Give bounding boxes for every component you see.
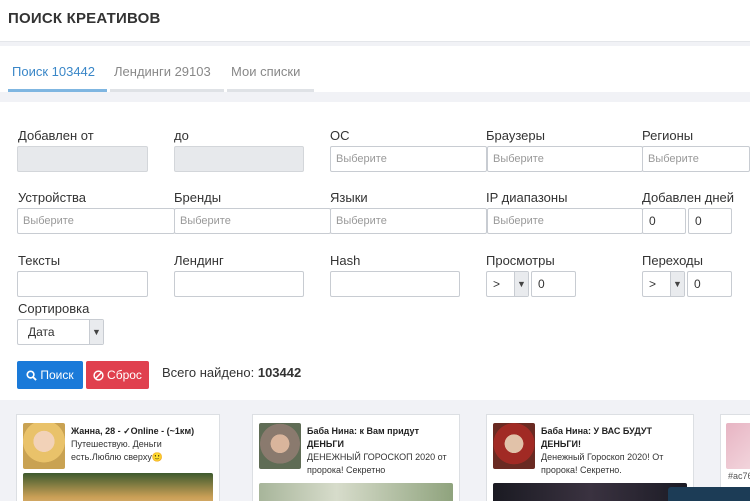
- added-from-input[interactable]: [17, 146, 148, 172]
- chevron-down-icon: ▼: [89, 320, 103, 344]
- card-image: [259, 483, 453, 501]
- search-icon: [26, 369, 38, 381]
- search-button-label: Поиск: [40, 368, 74, 382]
- tab-search[interactable]: Поиск 103442: [8, 61, 107, 92]
- views-operator-select[interactable]: > ▼: [486, 271, 529, 297]
- added-to-label: до: [174, 128, 189, 143]
- clicks-operator-value: >: [649, 277, 657, 291]
- chevron-down-icon: ▼: [670, 272, 684, 296]
- creative-card[interactable]: Баба Нина: У ВАС БУДУТ ДЕНЬГИ! Денежный …: [486, 414, 694, 501]
- card-image: [23, 473, 213, 501]
- ip-ranges-select[interactable]: Выберите: [487, 208, 643, 234]
- views-operator-value: >: [493, 277, 501, 291]
- card-title: Баба Нина: к Вам придут ДЕНЬГИ: [307, 426, 419, 449]
- reset-button-label: Сброс: [107, 368, 142, 382]
- devices-label: Устройства: [18, 190, 87, 205]
- card-text: ДЕНЕЖНЫЙ ГОРОСКОП 2020 от: [307, 452, 447, 462]
- languages-label: Языки: [330, 190, 368, 205]
- tab-landings[interactable]: Лендинги 29103: [110, 61, 224, 92]
- results-grid: Жанна, 28 - ✓Online - (~1км) Путешествую…: [0, 400, 750, 501]
- creative-card[interactable]: Баба Нина: к Вам придут ДЕНЬГИ ДЕНЕЖНЫЙ …: [252, 414, 460, 501]
- tab-my-lists-label: Мои списки: [231, 64, 301, 79]
- os-label: ОС: [330, 128, 350, 143]
- search-button[interactable]: Поиск: [17, 361, 83, 389]
- browsers-label: Браузеры: [486, 128, 545, 143]
- texts-input[interactable]: [17, 271, 148, 297]
- reset-icon: [93, 369, 104, 381]
- brands-select[interactable]: Выберите: [174, 208, 331, 234]
- total-found: Всего найдено: 103442: [162, 365, 301, 380]
- top-header: ПОИСК КРЕАТИВОВ: [0, 0, 750, 42]
- card-text: пророка! Секретно: [307, 465, 386, 475]
- added-days-from-input[interactable]: 0: [642, 208, 686, 234]
- tab-search-label: Поиск 103442: [12, 64, 96, 79]
- hash-input[interactable]: [330, 271, 460, 297]
- card-text: есть.Люблю сверху🙂: [71, 452, 164, 462]
- card-text: Путешествую. Деньги: [71, 439, 162, 449]
- landing-input[interactable]: [174, 271, 304, 297]
- card-thumbnail: [259, 423, 301, 469]
- views-label: Просмотры: [486, 253, 555, 268]
- card-thumbnail: [726, 423, 750, 469]
- ip-ranges-label: IP диапазоны: [486, 190, 568, 205]
- card-text: пророка! Секретно.: [541, 465, 622, 475]
- hash-label: Hash: [330, 253, 361, 268]
- landing-label: Лендинг: [174, 253, 224, 268]
- tab-my-lists[interactable]: Мои списки: [227, 61, 314, 92]
- clicks-value-input[interactable]: 0: [687, 271, 732, 297]
- clicks-operator-select[interactable]: > ▼: [642, 271, 685, 297]
- texts-label: Тексты: [18, 253, 61, 268]
- tab-bar: Поиск 103442 Лендинги 29103 Мои списки: [0, 42, 750, 92]
- card-title: Жанна, 28 - ✓Online - (~1км): [71, 426, 195, 436]
- card-tag: #ac76: [728, 471, 750, 481]
- total-found-label: Всего найдено:: [162, 365, 255, 380]
- bottom-dark-bar: [668, 487, 750, 501]
- brands-label: Бренды: [174, 190, 222, 205]
- added-to-input[interactable]: [174, 146, 304, 172]
- sort-select[interactable]: Дата ▼: [17, 319, 104, 345]
- total-found-count: 103442: [257, 365, 302, 380]
- regions-select[interactable]: Выберите: [642, 146, 750, 172]
- sort-value: Дата: [28, 325, 55, 339]
- devices-select[interactable]: Выберите: [17, 208, 175, 234]
- browsers-select[interactable]: Выберите: [487, 146, 643, 172]
- chevron-down-icon: ▼: [514, 272, 528, 296]
- clicks-label: Переходы: [642, 253, 703, 268]
- page-title: ПОИСК КРЕАТИВОВ: [8, 10, 161, 27]
- sort-label: Сортировка: [18, 301, 90, 316]
- tab-landings-label: Лендинги 29103: [114, 64, 211, 79]
- creative-card[interactable]: Жанна, 28 - ✓Online - (~1км) Путешествую…: [16, 414, 220, 501]
- card-thumbnail: [23, 423, 65, 469]
- added-from-label: Добавлен от: [18, 128, 94, 143]
- views-value-input[interactable]: 0: [531, 271, 576, 297]
- card-title: Баба Нина: У ВАС БУДУТ ДЕНЬГИ!: [541, 426, 652, 449]
- added-days-label: Добавлен дней: [642, 190, 735, 205]
- reset-button[interactable]: Сброс: [86, 361, 149, 389]
- os-select[interactable]: Выберите: [330, 146, 487, 172]
- card-thumbnail: [493, 423, 535, 469]
- regions-label: Регионы: [642, 128, 694, 143]
- languages-select[interactable]: Выберите: [330, 208, 487, 234]
- added-days-to-input[interactable]: 0: [688, 208, 732, 234]
- card-image: [493, 483, 687, 501]
- card-text: Денежный Гороскоп 2020! От: [541, 452, 664, 462]
